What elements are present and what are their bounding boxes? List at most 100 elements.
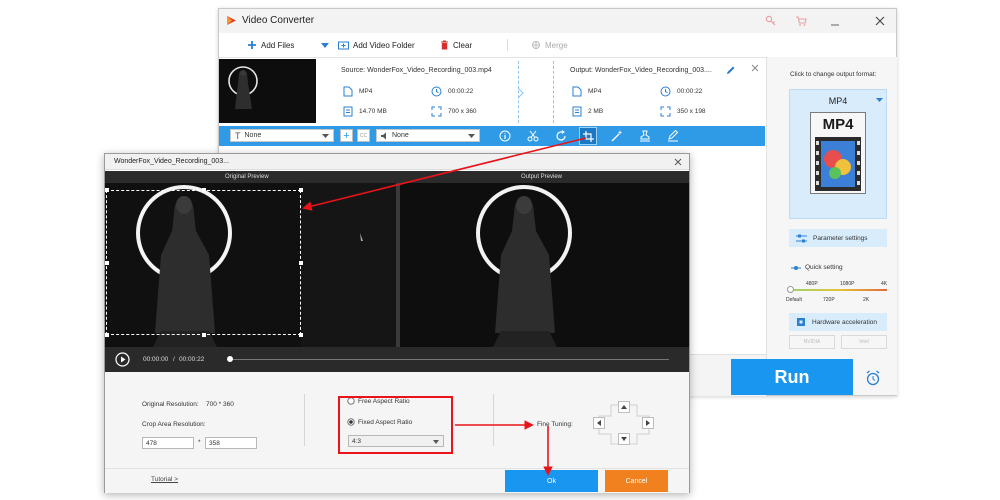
- crop-button[interactable]: [579, 127, 597, 145]
- quality-default: Default: [786, 297, 802, 303]
- original-preview-pane[interactable]: [105, 183, 396, 347]
- player-bar: 00:00:00 / 00:00:22: [105, 347, 689, 372]
- add-video-folder-label: Add Video Folder: [353, 40, 415, 50]
- app-title: Video Converter: [242, 15, 315, 26]
- close-icon[interactable]: [875, 16, 885, 26]
- output-preview-label: Output Preview: [521, 174, 563, 180]
- time-current: 00:00:00: [143, 356, 169, 363]
- time-separator: /: [173, 356, 175, 363]
- chevron-down-icon[interactable]: [321, 43, 329, 49]
- audio-dropdown[interactable]: None: [376, 129, 480, 142]
- merge-label: Merge: [545, 40, 568, 50]
- add-subtitle-button[interactable]: +: [340, 129, 353, 142]
- subtitle-dropdown[interactable]: T None: [230, 129, 334, 142]
- alarm-clock-icon[interactable]: [865, 370, 881, 386]
- parameter-settings-button[interactable]: Parameter settings: [789, 229, 887, 247]
- key-icon[interactable]: [765, 15, 777, 27]
- seek-handle[interactable]: [227, 356, 233, 362]
- nudge-left-button[interactable]: [593, 417, 605, 429]
- hardware-acceleration-button[interactable]: Hardware acceleration: [789, 313, 887, 331]
- thumbnail-image: [228, 66, 258, 109]
- plus-icon: [248, 41, 256, 49]
- chip-icon: [797, 318, 805, 326]
- chevron-down-icon: [322, 134, 329, 138]
- crop-handle[interactable]: [105, 333, 109, 337]
- magic-wand-icon[interactable]: [611, 130, 623, 142]
- quality-slider-track[interactable]: [791, 289, 887, 291]
- dialog-footer: Tutorial > Ok Cancel: [105, 468, 689, 493]
- folder-plus-icon: [338, 41, 349, 50]
- close-icon[interactable]: [674, 158, 682, 166]
- crop-height-input[interactable]: 358: [205, 437, 257, 449]
- format-icon-text: MP4: [822, 116, 854, 133]
- crop-handle[interactable]: [299, 333, 303, 337]
- run-button[interactable]: Run: [731, 359, 853, 395]
- output-filename: Output: WonderFox_Video_Recording_003...…: [570, 67, 712, 74]
- crop-handle[interactable]: [202, 333, 206, 337]
- watermark-icon[interactable]: [639, 130, 651, 142]
- cancel-button[interactable]: Cancel: [605, 470, 668, 492]
- crop-handle[interactable]: [105, 188, 109, 192]
- file-size-icon: [572, 106, 582, 117]
- format-value: MP4: [828, 96, 848, 106]
- film-strip-icon: [815, 137, 861, 191]
- cc-button[interactable]: CC: [357, 129, 370, 142]
- app-logo-icon: [227, 16, 236, 25]
- file-format-icon: [572, 86, 582, 97]
- crop-width-input[interactable]: 478: [142, 437, 194, 449]
- add-files-label: Add Files: [261, 40, 295, 50]
- arrow-up-icon: [621, 404, 627, 409]
- crop-area-label: Crop Area Resolution:: [142, 421, 206, 428]
- controls-divider: [493, 394, 494, 446]
- file-row[interactable]: Source: WonderFox_Video_Recording_003.mp…: [219, 59, 765, 130]
- output-video-frame: [400, 183, 689, 347]
- play-icon[interactable]: [115, 352, 130, 367]
- nudge-right-button[interactable]: [642, 417, 654, 429]
- add-files-button[interactable]: Add Files: [247, 38, 294, 52]
- output-format: MP4: [588, 88, 602, 95]
- chevron-down-icon: [876, 98, 883, 102]
- trash-icon: [441, 40, 448, 50]
- tutorial-link[interactable]: Tutorial >: [151, 476, 178, 483]
- crop-selection-box[interactable]: [106, 190, 301, 335]
- source-format: MP4: [359, 88, 373, 95]
- output-format-panel: Click to change output format: MP4 MP4 P…: [766, 57, 897, 395]
- clear-label: Clear: [453, 40, 473, 50]
- edit-icon[interactable]: [725, 65, 736, 76]
- file-size-icon: [343, 106, 353, 117]
- format-selector[interactable]: MP4 MP4: [789, 89, 887, 219]
- quality-4k: 4K: [881, 281, 888, 287]
- crop-handle[interactable]: [299, 188, 303, 192]
- crop-handle[interactable]: [299, 261, 303, 265]
- video-thumbnail[interactable]: [219, 59, 316, 123]
- remove-file-icon[interactable]: [751, 64, 759, 72]
- resolution-icon: [431, 106, 442, 117]
- dialog-title-bar: WonderFox_Video_Recording_003...: [105, 154, 689, 170]
- ok-button[interactable]: Ok: [505, 470, 598, 492]
- speaker-icon: [381, 132, 386, 139]
- seek-track[interactable]: [229, 359, 669, 360]
- info-icon[interactable]: [499, 130, 511, 142]
- clock-icon: [660, 86, 671, 97]
- file-format-icon: [343, 86, 353, 97]
- nudge-up-button[interactable]: [618, 401, 630, 413]
- scissors-icon[interactable]: [527, 130, 539, 142]
- output-duration: 00:00:22: [677, 88, 703, 95]
- arrow-right-icon: [517, 87, 524, 99]
- title-bar: Video Converter: [219, 9, 896, 33]
- rotate-icon[interactable]: [555, 130, 567, 142]
- quality-720p: 720P: [823, 297, 835, 303]
- clear-button[interactable]: Clear: [440, 38, 472, 52]
- crop-handle[interactable]: [202, 188, 206, 192]
- quality-slider-handle[interactable]: [787, 286, 794, 293]
- crop-handle[interactable]: [105, 261, 109, 265]
- pen-icon[interactable]: [667, 130, 679, 142]
- edit-toolbar: T None + CC None: [219, 126, 765, 146]
- cart-icon[interactable]: [795, 15, 807, 27]
- add-video-folder-button[interactable]: Add Video Folder: [338, 38, 415, 52]
- nudge-down-button[interactable]: [618, 433, 630, 445]
- minimize-icon[interactable]: [830, 17, 840, 27]
- intel-badge[interactable]: Intel: [841, 335, 887, 349]
- nvidia-badge[interactable]: NVIDIA: [789, 335, 835, 349]
- merge-button[interactable]: Merge: [531, 38, 568, 52]
